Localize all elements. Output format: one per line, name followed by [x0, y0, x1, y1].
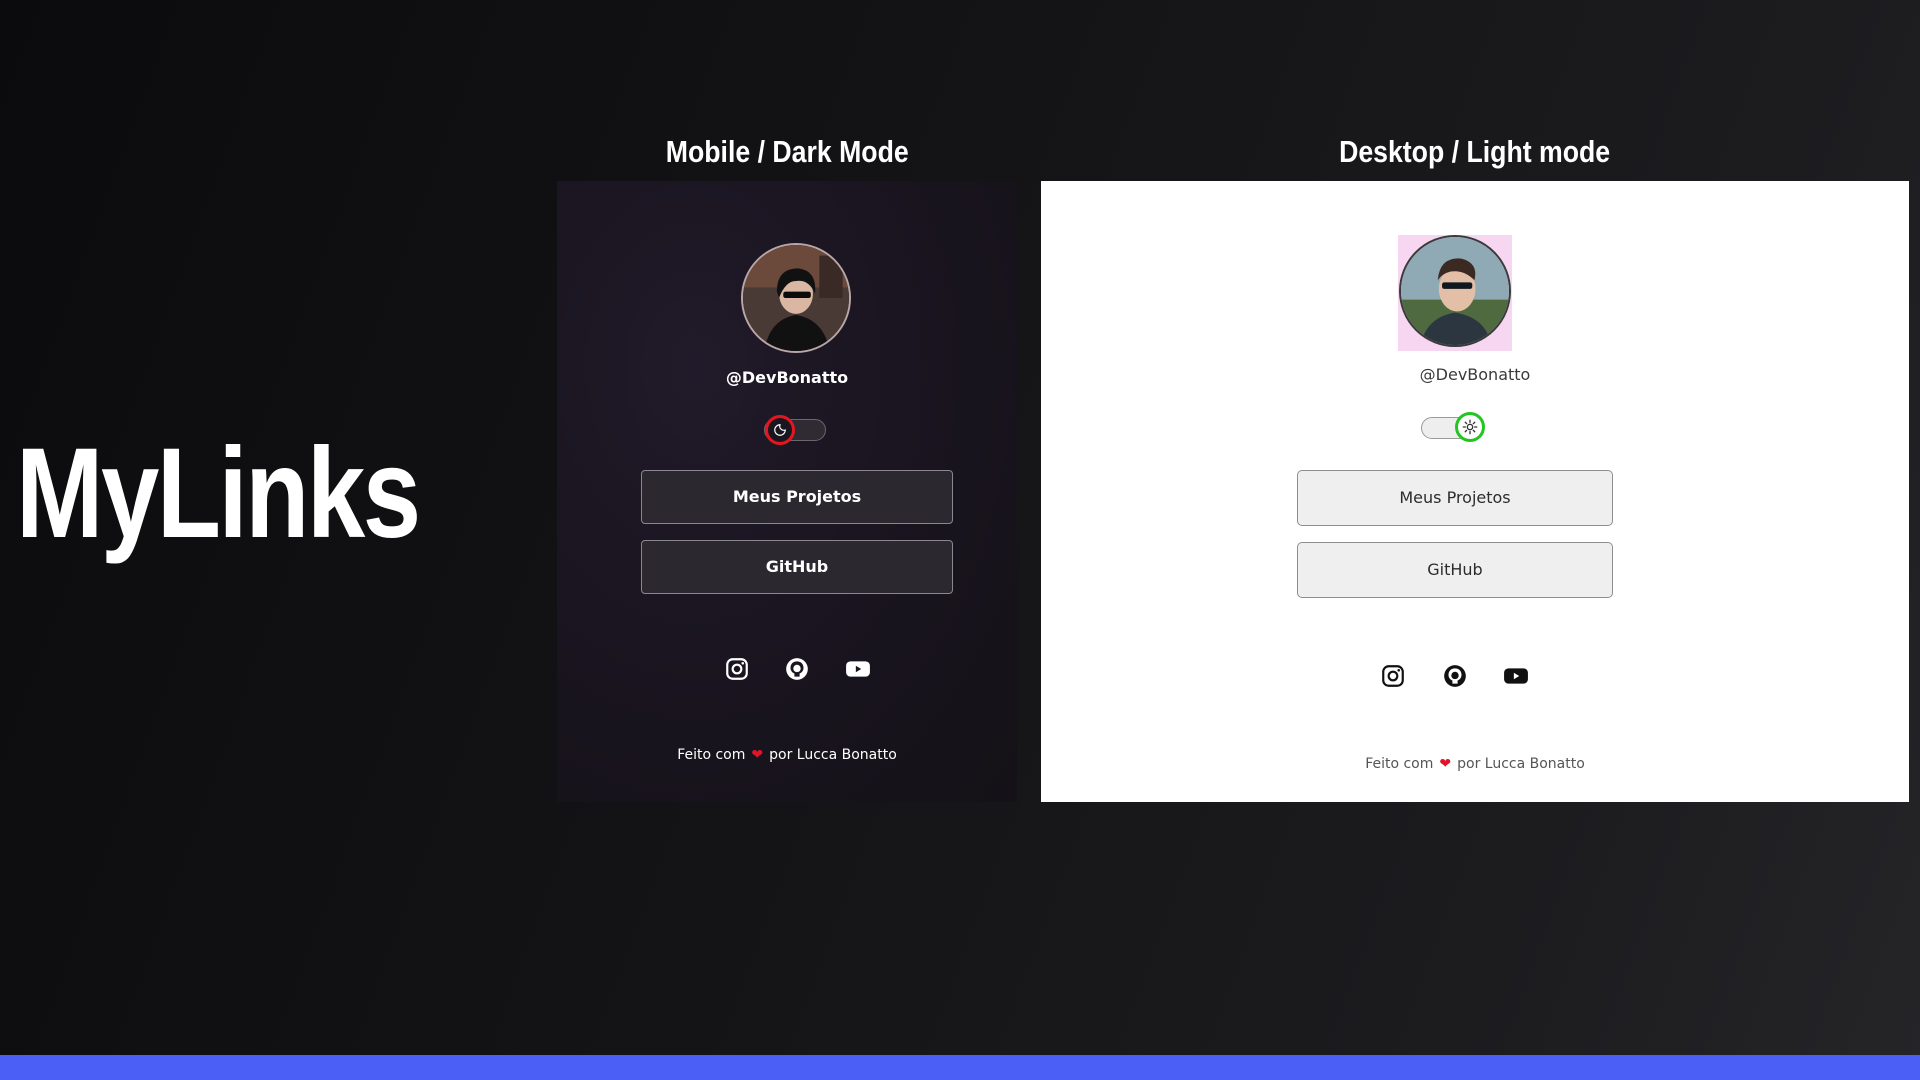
mobile-caption-text: Mobile / Dark Mode	[665, 134, 909, 169]
instagram-icon[interactable]	[724, 656, 750, 682]
hero-title: MyLinks	[16, 422, 421, 565]
profile-handle: @DevBonatto	[1419, 365, 1531, 384]
moon-icon	[774, 424, 786, 436]
footer-credit: Feito com ❤ por Lucca Bonatto	[1041, 756, 1909, 772]
instagram-icon[interactable]	[1380, 663, 1406, 689]
profile-avatar	[741, 243, 851, 353]
youtube-icon[interactable]	[845, 656, 871, 682]
theme-toggle[interactable]	[765, 415, 795, 445]
profile-avatar	[1399, 235, 1511, 347]
footer-prefix: Feito com	[1365, 756, 1434, 772]
theme-toggle[interactable]	[1455, 412, 1485, 442]
footer-suffix: por Lucca Bonatto	[1457, 756, 1585, 772]
footer-credit: Feito com ❤ por Lucca Bonatto	[557, 747, 1017, 763]
github-icon[interactable]	[1442, 663, 1468, 689]
desktop-light-preview: @DevBonatto Meus Projetos GitHub Feito c…	[1041, 181, 1909, 802]
github-icon[interactable]	[784, 656, 810, 682]
meus-projetos-button[interactable]: Meus Projetos	[641, 470, 953, 524]
meus-projetos-button[interactable]: Meus Projetos	[1297, 470, 1613, 526]
desktop-caption: Desktop / Light mode	[1041, 132, 1909, 172]
mobile-caption: Mobile / Dark Mode	[557, 132, 1017, 172]
github-button[interactable]: GitHub	[641, 540, 953, 594]
profile-handle: @DevBonatto	[725, 368, 849, 387]
github-button[interactable]: GitHub	[1297, 542, 1613, 598]
footer-prefix: Feito com	[677, 747, 746, 763]
sun-icon	[1462, 419, 1478, 435]
youtube-icon[interactable]	[1503, 663, 1529, 689]
accent-bar	[0, 1055, 1920, 1080]
footer-suffix: por Lucca Bonatto	[769, 747, 897, 763]
desktop-caption-text: Desktop / Light mode	[1339, 134, 1611, 169]
avatar-photo-dark	[743, 245, 849, 351]
heart-icon: ❤	[1439, 756, 1452, 772]
mobile-dark-preview: @DevBonatto Meus Projetos GitHub Feito c…	[557, 181, 1017, 802]
avatar-photo-light	[1401, 237, 1509, 345]
heart-icon: ❤	[751, 747, 764, 763]
